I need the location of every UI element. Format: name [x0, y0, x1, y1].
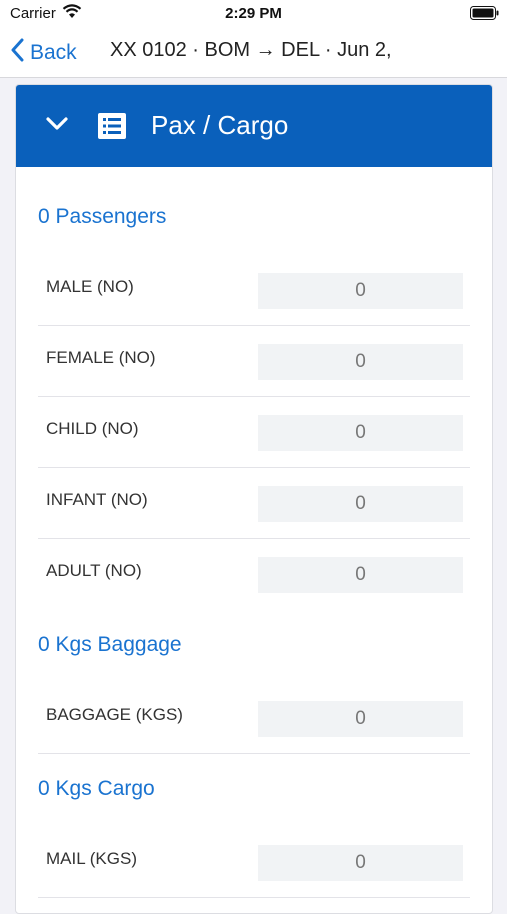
battery-icon [470, 6, 500, 26]
passengers-section-title: 0 Passengers [38, 205, 167, 228]
back-label: Back [30, 41, 77, 64]
male-label: MALE (NO) [46, 277, 134, 296]
child-input[interactable] [258, 415, 463, 451]
infant-label: INFANT (NO) [46, 490, 148, 509]
back-button[interactable]: Back [10, 38, 77, 68]
cargo-section-title: 0 Kgs Cargo [38, 777, 155, 800]
child-row: CHILD (NO) [38, 397, 470, 468]
flight-title: XX 0102 · BOM → DEL · Jun 2, [110, 39, 392, 61]
mail-input[interactable] [258, 845, 463, 881]
mail-label: MAIL (KGS) [46, 849, 137, 868]
baggage-input[interactable] [258, 701, 463, 737]
chevron-left-icon [10, 38, 30, 68]
male-row: MALE (NO) [38, 255, 470, 326]
infant-row: INFANT (NO) [38, 468, 470, 539]
pax-cargo-panel: Pax / Cargo 0 Passengers MALE (NO) FEMAL… [15, 84, 493, 914]
status-time: 2:29 PM [225, 5, 282, 22]
status-bar: Carrier 2:29 PM [0, 0, 507, 28]
infant-input[interactable] [258, 486, 463, 522]
adult-label: ADULT (NO) [46, 561, 142, 580]
baggage-row: BAGGAGE (KGS) [38, 683, 470, 754]
panel-title: Pax / Cargo [151, 110, 289, 140]
list-icon [97, 112, 127, 145]
baggage-section-title: 0 Kgs Baggage [38, 633, 182, 656]
female-input[interactable] [258, 344, 463, 380]
panel-header[interactable]: Pax / Cargo [16, 85, 492, 167]
female-row: FEMALE (NO) [38, 326, 470, 397]
female-label: FEMALE (NO) [46, 348, 156, 367]
adult-row: ADULT (NO) [38, 539, 470, 610]
navigation-bar: Back XX 0102 · BOM → DEL · Jun 2, [0, 28, 507, 78]
baggage-label: BAGGAGE (KGS) [46, 705, 183, 724]
child-label: CHILD (NO) [46, 419, 139, 438]
mail-row: MAIL (KGS) [38, 827, 470, 898]
adult-input[interactable] [258, 557, 463, 593]
chevron-down-icon[interactable] [46, 116, 68, 137]
male-input[interactable] [258, 273, 463, 309]
